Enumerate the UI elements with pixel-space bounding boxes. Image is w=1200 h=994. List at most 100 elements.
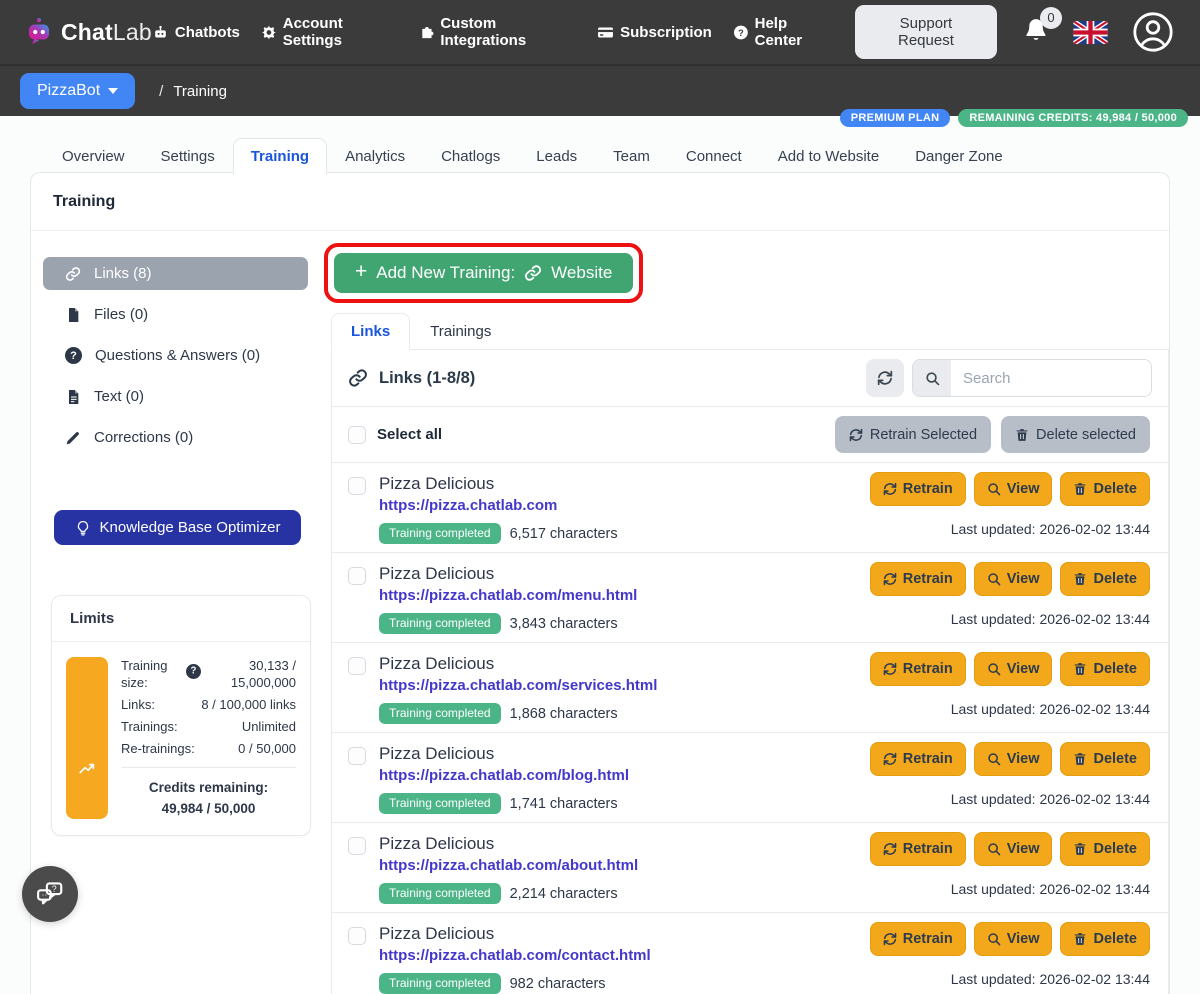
retrain-button[interactable]: Retrain — [870, 742, 966, 776]
char-count: 6,517 characters — [510, 526, 618, 542]
row-checkbox[interactable] — [348, 747, 366, 765]
delete-button[interactable]: Delete — [1060, 652, 1150, 686]
nav-item-chatbots[interactable]: Chatbots — [152, 24, 240, 41]
knowledge-base-optimizer-button[interactable]: Knowledge Base Optimizer — [54, 510, 301, 545]
row-checkbox[interactable] — [348, 837, 366, 855]
delete-button[interactable]: Delete — [1060, 832, 1150, 866]
sidebar-item-questions-answers[interactable]: ? Questions & Answers (0) — [43, 339, 308, 372]
retrain-button[interactable]: Retrain — [870, 922, 966, 956]
search-icon — [987, 932, 1001, 946]
row-checkbox[interactable] — [348, 567, 366, 585]
trash-icon — [1073, 572, 1087, 586]
view-button[interactable]: View — [974, 652, 1053, 686]
search-input[interactable] — [951, 360, 1151, 396]
refresh-icon — [849, 428, 863, 442]
link-row: Pizza Delicious https://pizza.chatlab.co… — [332, 912, 1168, 994]
add-new-training-button[interactable]: + Add New Training: Website — [334, 253, 633, 293]
link-row: Pizza Delicious https://pizza.chatlab.co… — [332, 732, 1168, 822]
view-button[interactable]: View — [974, 562, 1053, 596]
subtab-trainings[interactable]: Trainings — [410, 313, 511, 350]
chat-widget-button[interactable] — [22, 866, 78, 922]
limits-row-links: Links: 8 / 100,000 links — [121, 696, 296, 713]
retrain-button[interactable]: Retrain — [870, 832, 966, 866]
sidebar-item-files[interactable]: Files (0) — [43, 298, 308, 331]
subtab-links[interactable]: Links — [331, 313, 410, 350]
last-updated: Last updated: 2026-02-02 13:44 — [951, 521, 1150, 537]
chart-icon — [78, 759, 96, 777]
delete-button[interactable]: Delete — [1060, 742, 1150, 776]
row-checkbox[interactable] — [348, 477, 366, 495]
nav-item-help-center[interactable]: Help Center — [733, 15, 833, 49]
sidebar-item-corrections[interactable]: Corrections (0) — [43, 421, 308, 454]
delete-button[interactable]: Delete — [1060, 472, 1150, 506]
select-all-checkbox[interactable] — [348, 426, 366, 444]
trash-icon — [1015, 428, 1029, 442]
sidebar-item-links[interactable]: Links (8) — [43, 257, 308, 290]
last-updated: Last updated: 2026-02-02 13:44 — [951, 611, 1150, 627]
tab-connect[interactable]: Connect — [668, 138, 760, 175]
nav-label: Custom Integrations — [440, 15, 576, 49]
sidebar-item-label: Corrections (0) — [94, 429, 193, 446]
search-icon — [987, 662, 1001, 676]
language-flag-uk[interactable] — [1073, 21, 1108, 44]
help-icon[interactable]: ? — [186, 664, 201, 679]
view-button[interactable]: View — [974, 832, 1053, 866]
tab-leads[interactable]: Leads — [518, 138, 595, 175]
user-avatar[interactable] — [1132, 11, 1174, 53]
tab-chatlogs[interactable]: Chatlogs — [423, 138, 518, 175]
nav-item-account-settings[interactable]: Account Settings — [261, 15, 398, 49]
brand-logo[interactable]: ChatLab — [24, 17, 152, 47]
links-table: Links (1-8/8) Sel — [331, 349, 1169, 994]
tab-analytics[interactable]: Analytics — [327, 138, 423, 175]
premium-plan-badge: PREMIUM PLAN — [840, 109, 951, 127]
link-url[interactable]: https://pizza.chatlab.com/blog.html — [379, 766, 629, 786]
tab-settings[interactable]: Settings — [143, 138, 233, 175]
bot-selector-dropdown[interactable]: PizzaBot — [20, 73, 135, 109]
link-title: Pizza Delicious — [379, 562, 870, 585]
retrain-button[interactable]: Retrain — [870, 652, 966, 686]
link-url[interactable]: https://pizza.chatlab.com/about.html — [379, 856, 638, 876]
view-button[interactable]: View — [974, 472, 1053, 506]
nav-item-subscription[interactable]: Subscription — [597, 24, 712, 41]
refresh-button[interactable] — [866, 359, 904, 397]
panel-title: Training — [31, 173, 1169, 231]
tab-overview[interactable]: Overview — [44, 138, 143, 175]
nav-item-custom-integrations[interactable]: Custom Integrations — [419, 15, 577, 49]
view-button[interactable]: View — [974, 742, 1053, 776]
delete-selected-button[interactable]: Delete selected — [1001, 416, 1150, 453]
text-file-icon — [65, 389, 81, 405]
links-count-heading: Links (1-8/8) — [348, 368, 475, 388]
tab-add-to-website[interactable]: Add to Website — [760, 138, 897, 175]
delete-button[interactable]: Delete — [1060, 562, 1150, 596]
refresh-icon — [883, 662, 897, 676]
link-url[interactable]: https://pizza.chatlab.com/contact.html — [379, 946, 651, 966]
limit-value: 8 / 100,000 links — [185, 696, 296, 713]
view-button[interactable]: View — [974, 922, 1053, 956]
last-updated: Last updated: 2026-02-02 13:44 — [951, 701, 1150, 717]
delete-button[interactable]: Delete — [1060, 922, 1150, 956]
row-checkbox[interactable] — [348, 657, 366, 675]
sidebar-item-label: Links (8) — [94, 265, 152, 282]
search-icon — [987, 752, 1001, 766]
tab-danger-zone[interactable]: Danger Zone — [897, 138, 1021, 175]
sidebar-item-label: Files (0) — [94, 306, 148, 323]
retrain-button[interactable]: Retrain — [870, 562, 966, 596]
retrain-selected-button[interactable]: Retrain Selected — [835, 416, 991, 453]
links-table-header: Links (1-8/8) — [332, 350, 1168, 406]
bot-name: PizzaBot — [37, 82, 100, 100]
row-checkbox[interactable] — [348, 927, 366, 945]
support-request-button[interactable]: Support Request — [855, 5, 997, 59]
link-url[interactable]: https://pizza.chatlab.com/menu.html — [379, 586, 637, 606]
notification-count-badge: 0 — [1040, 7, 1062, 29]
main-nav: Chatbots Account Settings Custom Integra… — [152, 15, 833, 49]
sidebar-item-label: Text (0) — [94, 388, 144, 405]
search-icon — [987, 842, 1001, 856]
tab-team[interactable]: Team — [595, 138, 668, 175]
tab-training[interactable]: Training — [233, 138, 327, 175]
sidebar-item-text[interactable]: Text (0) — [43, 380, 308, 413]
link-url[interactable]: https://pizza.chatlab.com — [379, 496, 557, 516]
link-url[interactable]: https://pizza.chatlab.com/services.html — [379, 676, 657, 696]
retrain-button[interactable]: Retrain — [870, 472, 966, 506]
links-section: + Add New Training: Website Links Traini… — [308, 231, 1169, 994]
notifications-bell[interactable]: 0 — [1023, 17, 1049, 48]
